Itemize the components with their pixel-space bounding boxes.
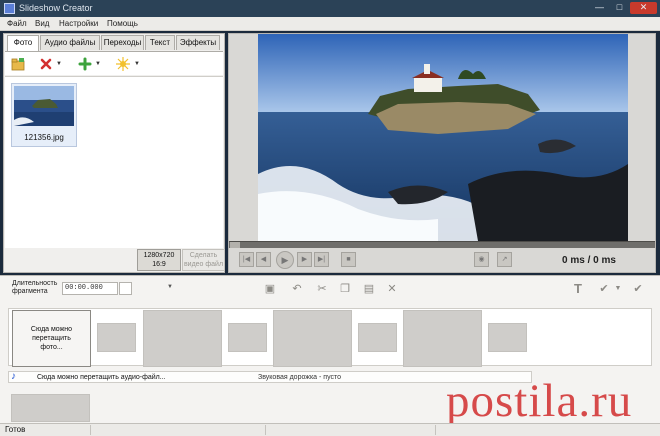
total-time: / 0 ms xyxy=(587,255,616,266)
drop-text-2: перетащить xyxy=(32,335,71,342)
duration-label: Длительность фрагмента xyxy=(12,280,57,296)
copy-icon[interactable]: ❐ xyxy=(338,282,352,296)
thumbnail-image xyxy=(14,86,74,126)
add-folder-icon[interactable] xyxy=(11,57,25,71)
audio-status-text: Звуковая дорожка - пусто xyxy=(258,374,342,381)
make-video-button[interactable]: Сделать видео файл xyxy=(182,249,225,271)
tab-audio[interactable]: Аудио файлы xyxy=(40,35,100,50)
transition-slot[interactable] xyxy=(228,323,267,352)
chevron-down-icon[interactable]: ▼ xyxy=(134,61,140,67)
make-video-label-2: видео файл xyxy=(183,261,224,268)
chevron-down-icon[interactable]: ▼ xyxy=(95,61,101,67)
make-video-label: Сделать xyxy=(189,252,218,259)
status-text: Готов xyxy=(5,425,26,434)
cut-icon[interactable]: ✂ xyxy=(315,282,329,296)
status-divider xyxy=(90,425,91,435)
drop-text-1: Сюда можно xyxy=(30,326,73,333)
status-divider xyxy=(435,425,436,435)
close-button[interactable]: ✕ xyxy=(630,2,657,14)
apply-all-icon[interactable]: ✔ xyxy=(631,282,645,296)
effects-star-icon[interactable] xyxy=(116,57,130,71)
watermark: postila.ru xyxy=(446,375,633,427)
tab-photo[interactable]: Фото xyxy=(7,35,39,51)
drop-text-3: фото... xyxy=(40,344,63,351)
fullscreen-icon[interactable]: ↗ xyxy=(497,252,512,267)
app-icon xyxy=(4,3,15,14)
photo-slot[interactable] xyxy=(11,394,90,422)
title-bar: Slideshow Creator — □ ✕ xyxy=(0,0,660,17)
chevron-down-icon[interactable]: ▼ xyxy=(611,282,625,296)
maximize-button[interactable]: □ xyxy=(610,2,629,14)
step-forward-button[interactable]: ▶ xyxy=(297,252,312,267)
stop-button[interactable]: ■ xyxy=(341,252,356,267)
photo-track: Сюда можно перетащить фото... xyxy=(8,308,652,367)
duration-input[interactable]: 00:00.000 xyxy=(62,282,118,295)
paste-icon[interactable]: ▤ xyxy=(362,282,376,296)
duration-label-line1: Длительность xyxy=(12,280,58,287)
tab-effects[interactable]: Эффекты xyxy=(176,35,220,50)
time-readout: 0 ms / 0 ms xyxy=(562,255,616,266)
preview-image xyxy=(258,34,628,241)
music-note-icon: ♪ xyxy=(11,371,16,382)
photo-drop-zone[interactable]: Сюда можно перетащить фото... xyxy=(12,310,91,367)
minimize-button[interactable]: — xyxy=(590,2,609,14)
seek-bar[interactable] xyxy=(229,241,655,248)
menu-bar: Файл Вид Настройки Помощь xyxy=(0,17,660,31)
snapshot-icon[interactable]: ◉ xyxy=(474,252,489,267)
transition-slot[interactable] xyxy=(97,323,136,352)
photo-toolbar: ▼ ▼ ▼ xyxy=(5,51,223,75)
photo-slot[interactable] xyxy=(143,310,222,367)
photo-slot[interactable] xyxy=(273,310,352,367)
current-time: 0 ms xyxy=(562,255,585,266)
transition-slot[interactable] xyxy=(488,323,527,352)
skip-end-button[interactable]: ▶| xyxy=(314,252,329,267)
undo-icon[interactable]: ↶ xyxy=(290,282,304,296)
chevron-down-icon[interactable]: ▼ xyxy=(167,284,173,290)
duration-color-box[interactable] xyxy=(119,282,132,295)
seek-handle[interactable] xyxy=(230,242,240,248)
delete-icon[interactable]: ✕ xyxy=(385,282,399,296)
step-back-button[interactable]: ◀ xyxy=(256,252,271,267)
chevron-down-icon[interactable]: ▼ xyxy=(56,61,62,67)
skip-start-button[interactable]: |◀ xyxy=(239,252,254,267)
resolution-button[interactable]: 1280x720 16:9 xyxy=(137,249,181,271)
delete-icon[interactable] xyxy=(39,57,53,71)
resolution-label: 1280x720 xyxy=(143,252,175,259)
check-icon[interactable]: ✔ xyxy=(597,282,611,296)
play-button[interactable]: ▶ xyxy=(276,251,294,269)
transition-slot[interactable] xyxy=(358,323,397,352)
photo-list: 121356.jpg xyxy=(5,76,223,248)
duration-label-line2: фрагмента xyxy=(12,288,48,295)
menu-help[interactable]: Помощь xyxy=(107,19,138,28)
save-icon[interactable]: ▣ xyxy=(263,282,277,296)
menu-settings[interactable]: Настройки xyxy=(59,19,98,28)
aspect-label: 16:9 xyxy=(152,261,166,268)
tab-text[interactable]: Текст xyxy=(145,35,175,50)
thumbnail-filename: 121356.jpg xyxy=(24,133,64,142)
tab-transitions[interactable]: Переходы xyxy=(101,35,144,50)
photo-slot[interactable] xyxy=(403,310,482,367)
menu-view[interactable]: Вид xyxy=(35,19,49,28)
text-icon[interactable]: T xyxy=(571,282,585,296)
media-panel: Фото Аудио файлы Переходы Текст Эффекты … xyxy=(3,33,225,273)
window-title: Slideshow Creator xyxy=(19,3,93,13)
menu-file[interactable]: Файл xyxy=(7,19,27,28)
status-divider xyxy=(265,425,266,435)
audio-drop-text: Сюда можно перетащить аудио-файл... xyxy=(37,374,166,381)
photo-thumbnail[interactable]: 121356.jpg xyxy=(11,83,77,147)
timeline-panel: Длительность фрагмента 00:00.000 ▼ ▣ ↶ ✂… xyxy=(0,275,660,436)
preview-panel: |◀ ◀ ▶ ▶ ▶| ■ ◉ ↗ 0 ms / 0 ms xyxy=(228,33,656,273)
status-bar: Готов xyxy=(0,423,660,436)
add-icon[interactable] xyxy=(78,57,92,71)
